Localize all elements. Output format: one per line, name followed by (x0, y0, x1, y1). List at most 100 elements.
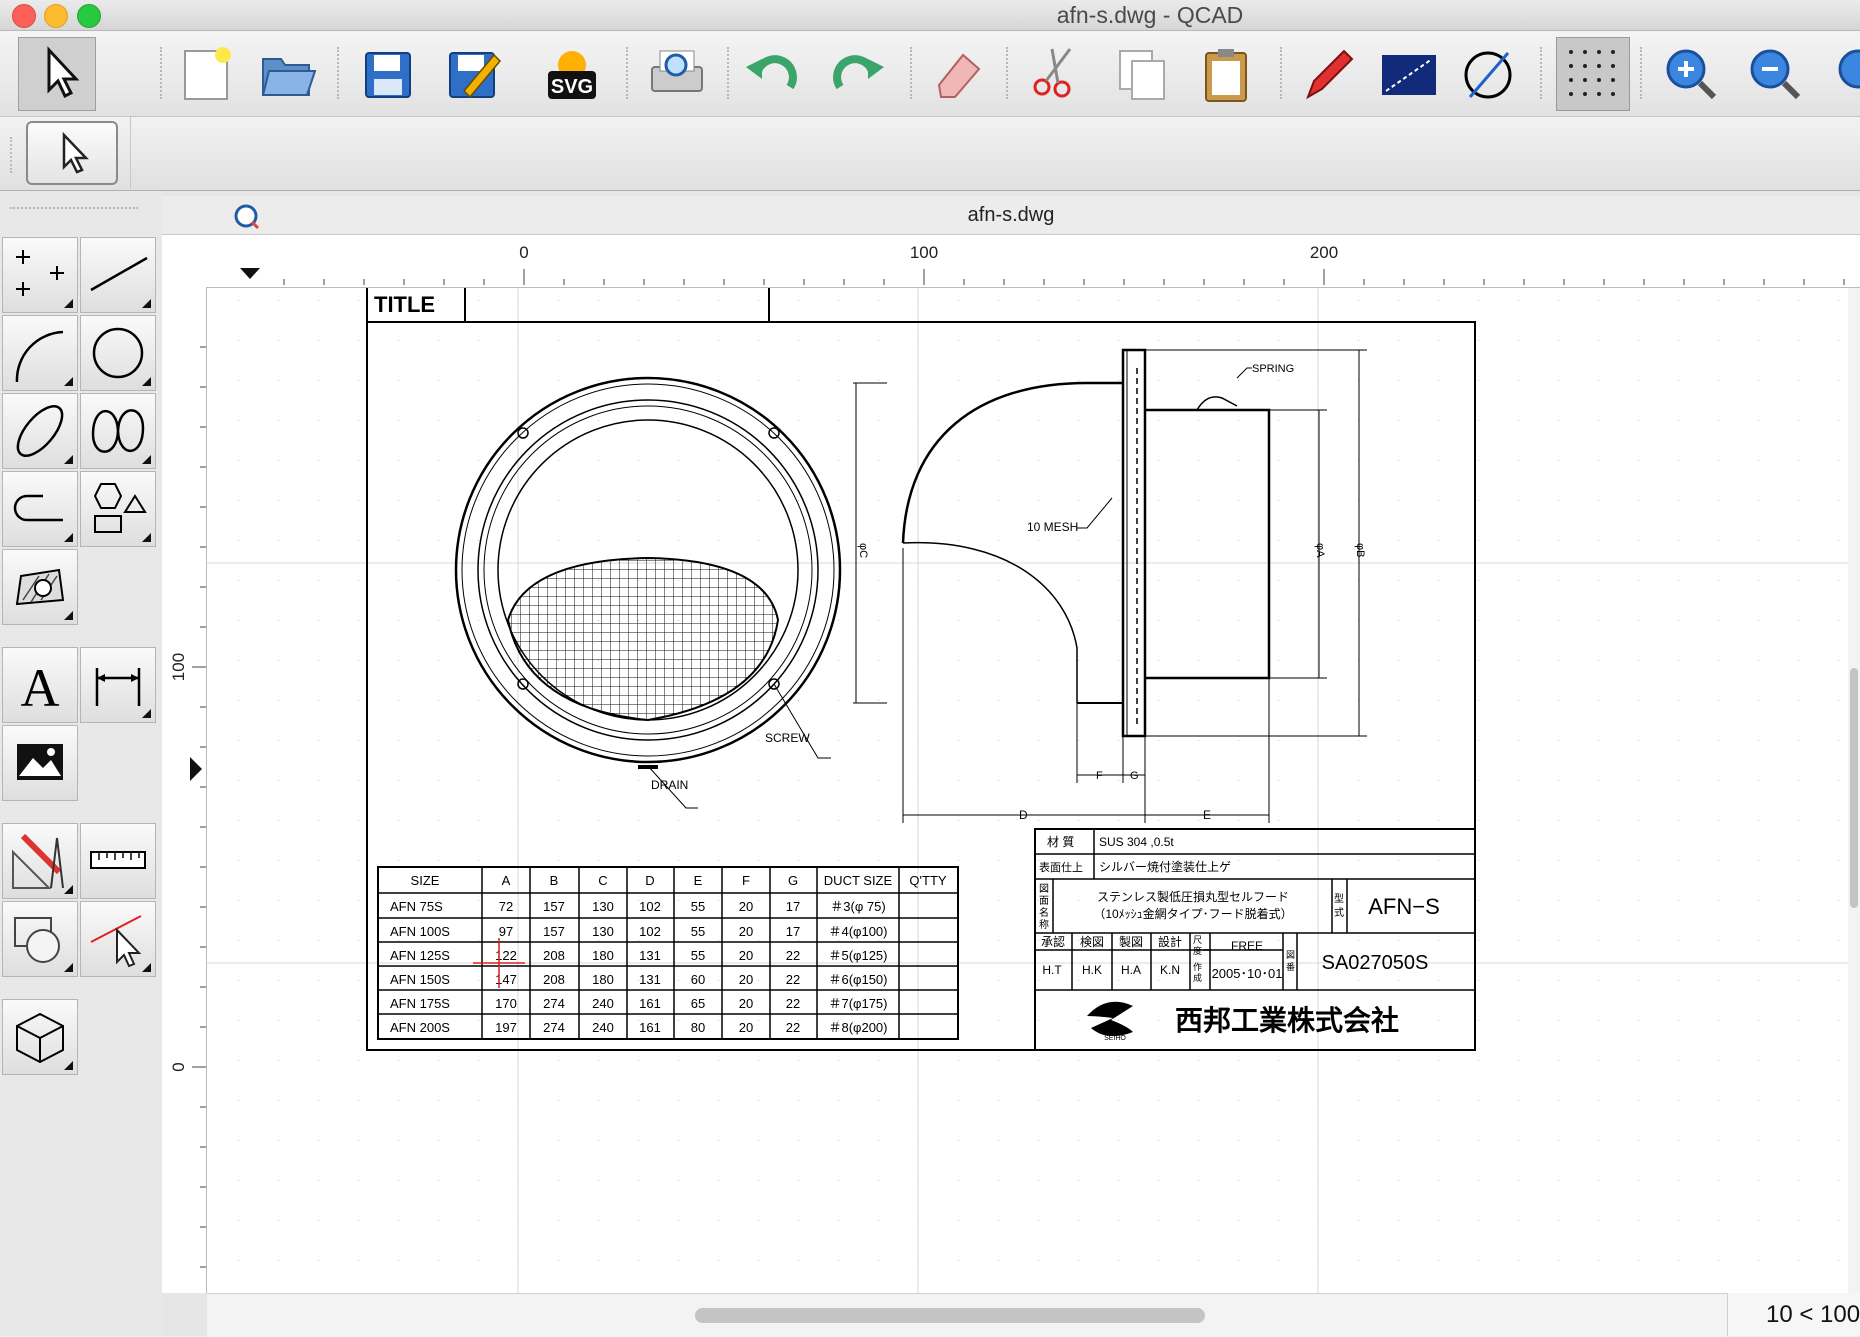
zoom-window-button[interactable] (77, 4, 101, 28)
redo-button[interactable] (826, 41, 890, 105)
text-tool[interactable]: A (2, 647, 78, 723)
svg-text:AFN 175S: AFN 175S (390, 996, 450, 1011)
grid-draft-button[interactable] (1376, 41, 1440, 105)
svg-text:2005･10･01: 2005･10･01 (1212, 966, 1283, 981)
new-document-button[interactable] (175, 41, 239, 105)
svg-text:274: 274 (543, 996, 565, 1011)
svg-text:型: 型 (1334, 892, 1344, 905)
save-button[interactable] (356, 41, 420, 105)
modify-tool[interactable] (2, 901, 78, 977)
svg-text:20: 20 (739, 972, 753, 987)
svg-text:55: 55 (691, 948, 705, 963)
svg-text:208: 208 (543, 972, 565, 987)
erase-selection-button[interactable] (925, 41, 989, 105)
svg-text:式: 式 (1334, 906, 1344, 919)
hatch-tool[interactable] (2, 549, 78, 625)
svg-text:検図: 検図 (1080, 935, 1104, 949)
svg-text:161: 161 (639, 996, 661, 1011)
close-window-button[interactable] (12, 4, 36, 28)
ruler-label: 0 (169, 1062, 188, 1071)
horizontal-scrollbar[interactable] (207, 1293, 1727, 1337)
svg-text:度: 度 (1193, 945, 1202, 956)
svg-text:H.K: H.K (1082, 963, 1102, 977)
export-svg-button[interactable]: SVG (540, 41, 604, 105)
svg-text:図: 図 (1039, 883, 1049, 895)
polyline-tool[interactable] (2, 471, 78, 547)
copy-button[interactable] (1110, 41, 1174, 105)
toolbar-separator (1640, 47, 1644, 99)
block-3d-tool[interactable] (2, 999, 78, 1075)
vertical-scrollbar[interactable] (1848, 288, 1860, 1293)
svg-text:E: E (694, 873, 703, 888)
svg-text:131: 131 (639, 972, 661, 987)
svg-text:55: 55 (691, 924, 705, 939)
svg-text:B: B (550, 873, 559, 888)
svg-text:称: 称 (1039, 918, 1049, 931)
zoom-out-button[interactable] (1742, 41, 1806, 105)
svg-text:尺: 尺 (1193, 935, 1202, 945)
snap-tools[interactable] (2, 823, 78, 899)
horizontal-ruler: 0 100 200 (206, 235, 1860, 288)
svg-text:K.N: K.N (1160, 963, 1180, 977)
zoom-in-button[interactable] (1658, 41, 1722, 105)
ruler-label: 0 (519, 243, 528, 262)
svg-text:180: 180 (592, 972, 614, 987)
svg-text:D: D (645, 873, 654, 888)
svg-text:シルバー焼付塗装仕上ゲ: シルバー焼付塗装仕上ゲ (1099, 859, 1231, 874)
toolbar-separator (910, 47, 914, 99)
cut-button[interactable] (1024, 41, 1088, 105)
svg-text:＃3(φ 75): ＃3(φ 75) (830, 899, 885, 914)
zoom-auto-button[interactable] (1826, 41, 1860, 105)
svg-text:22: 22 (786, 972, 800, 987)
back-to-pointer-button[interactable] (26, 121, 118, 185)
svg-text:DUCT SIZE: DUCT SIZE (824, 873, 893, 888)
svg-text:図: 図 (1286, 950, 1295, 960)
undo-arrow-icon (746, 55, 797, 90)
image-tool[interactable] (2, 725, 78, 801)
measure-tool[interactable] (80, 823, 156, 899)
screw-label: SCREW (765, 731, 810, 745)
undo-button[interactable] (740, 41, 804, 105)
open-document-button[interactable] (255, 41, 319, 105)
svg-text:製図: 製図 (1119, 935, 1143, 949)
ruler-label: 200 (1310, 243, 1338, 262)
svg-text:H.A: H.A (1121, 963, 1141, 977)
select-pointer-button[interactable] (18, 37, 96, 111)
svg-text:＃6(φ150): ＃6(φ150) (828, 972, 887, 987)
spline-tool[interactable] (80, 393, 156, 469)
svg-text:承認: 承認 (1041, 934, 1065, 949)
svg-text:A: A (21, 658, 60, 718)
ellipse-tool[interactable] (2, 393, 78, 469)
print-preview-button[interactable] (644, 41, 708, 105)
points-tool[interactable] (2, 237, 78, 313)
snap-circle-button[interactable] (1456, 41, 1520, 105)
window-title: afn-s.dwg - QCAD (1056, 2, 1244, 28)
spring-label: SPRING (1252, 363, 1294, 375)
svg-text:130: 130 (592, 924, 614, 939)
svg-text:208: 208 (543, 948, 565, 963)
red-pencil-icon (1306, 49, 1354, 100)
svg-text:240: 240 (592, 1020, 614, 1035)
scissors-icon (1033, 48, 1072, 98)
new-file-icon (184, 47, 231, 100)
vertical-scroll-thumb[interactable] (1850, 668, 1858, 908)
cad-toolbox: A (0, 191, 163, 1336)
dim-f-label: F (1096, 770, 1103, 782)
arc-tool[interactable] (2, 315, 78, 391)
circle-tool[interactable] (80, 315, 156, 391)
copy-pages-icon (1119, 50, 1165, 100)
svg-text:SUS 304 ,0.5t: SUS 304 ,0.5t (1099, 835, 1174, 849)
paste-button[interactable] (1194, 41, 1258, 105)
line-tool[interactable] (80, 237, 156, 313)
svg-text:97: 97 (499, 924, 513, 939)
minimize-window-button[interactable] (44, 4, 68, 28)
dimension-tool[interactable] (80, 647, 156, 723)
select-tool[interactable] (80, 901, 156, 977)
toggle-grid-button[interactable] (1556, 37, 1630, 111)
drawing-canvas[interactable]: TITLE SCREW DRAIN SPRING 10 MESH φC φA φ… (207, 288, 1860, 1293)
svg-text:65: 65 (691, 996, 705, 1011)
save-as-button[interactable] (440, 41, 504, 105)
draw-mode-button[interactable] (1296, 41, 1360, 105)
shapes-tool[interactable] (80, 471, 156, 547)
horizontal-scroll-thumb[interactable] (695, 1308, 1205, 1323)
